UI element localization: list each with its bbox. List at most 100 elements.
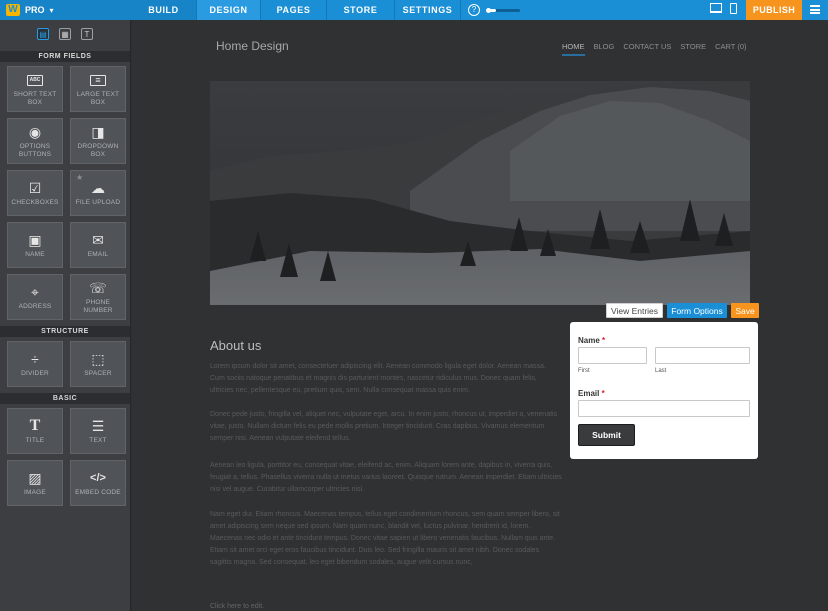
element-divider[interactable]: ÷ DIVIDER: [7, 341, 63, 387]
form-mode-icon[interactable]: ▤: [37, 28, 49, 40]
element-label: NAME: [25, 251, 45, 258]
help-icon[interactable]: ?: [468, 4, 480, 16]
sidebar-mode-switcher: ▤ ▦ T: [0, 20, 130, 48]
element-large-text-box[interactable]: ≡ LARGE TEXT BOX: [70, 66, 126, 112]
submit-button[interactable]: Submit: [578, 424, 635, 446]
email-input[interactable]: [578, 400, 750, 417]
site-nav-contact-us[interactable]: CONTACT US: [623, 42, 671, 56]
tab-settings[interactable]: SETTINGS: [395, 0, 461, 20]
element-label: DROPDOWN BOX: [77, 143, 119, 158]
element-label: IMAGE: [24, 489, 46, 496]
email-field-label: Email *: [578, 389, 605, 398]
element-label: LARGE TEXT BOX: [76, 91, 120, 106]
about-heading[interactable]: About us: [210, 338, 261, 353]
publish-button[interactable]: PUBLISH: [746, 0, 802, 20]
element-spacer[interactable]: ⬚ SPACER: [70, 341, 126, 387]
form-options-button[interactable]: Form Options: [667, 303, 727, 318]
click-to-edit-hint[interactable]: Click here to edit.: [210, 603, 264, 610]
site-nav-cart[interactable]: CART (0): [715, 42, 746, 56]
mobile-icon[interactable]: [730, 3, 737, 14]
element-checkboxes[interactable]: ☑ CHECKBOXES: [7, 170, 63, 216]
tab-design[interactable]: DESIGN: [197, 0, 261, 20]
element-label: SPACER: [84, 370, 112, 377]
element-label: ADDRESS: [18, 303, 52, 310]
checkbox-icon: ☑: [28, 180, 42, 196]
site-nav-home[interactable]: HOME: [562, 42, 585, 56]
about-paragraph[interactable]: Donec pede justo, fringilla vel, aliquet…: [210, 409, 562, 445]
image-icon: ▨: [28, 470, 42, 486]
contact-form: Name * First Last Email * Submit: [570, 322, 758, 459]
email-icon: ✉: [92, 232, 104, 248]
divider-icon: ÷: [31, 351, 39, 367]
phone-icon: ☏: [89, 280, 107, 296]
plan-label: PRO: [25, 5, 45, 15]
hero-image[interactable]: [210, 81, 750, 305]
element-dropdown-box[interactable]: ◨ DROPDOWN BOX: [70, 118, 126, 164]
element-label: DIVIDER: [21, 370, 49, 377]
desktop-icon[interactable]: [710, 3, 722, 13]
form-fields-grid: ABC SHORT TEXT BOX ≡ LARGE TEXT BOX ◉ OP…: [0, 66, 130, 320]
title-icon: T: [29, 417, 41, 434]
device-switcher: [710, 3, 737, 14]
site-title[interactable]: Home Design: [216, 39, 289, 53]
element-text[interactable]: ☰ TEXT: [70, 408, 126, 454]
site-nav-store[interactable]: STORE: [680, 42, 706, 56]
short-text-icon: ABC: [27, 74, 43, 86]
tab-pages[interactable]: PAGES: [261, 0, 327, 20]
save-button[interactable]: Save: [731, 303, 759, 318]
element-label: CHECKBOXES: [11, 199, 59, 206]
name-field-label: Name *: [578, 336, 606, 345]
site-nav-blog[interactable]: BLOG: [594, 42, 615, 56]
weebly-logo-icon: W: [6, 4, 20, 16]
element-label: OPTIONS BUTTONS: [18, 143, 52, 158]
name-card-icon: ▣: [28, 232, 42, 248]
progress-bar: [486, 8, 520, 13]
element-email[interactable]: ✉ EMAIL: [70, 222, 126, 268]
element-name[interactable]: ▣ NAME: [7, 222, 63, 268]
element-image[interactable]: ▨ IMAGE: [7, 460, 63, 506]
section-title-basic: BASIC: [0, 393, 130, 404]
hamburger-menu-icon[interactable]: [810, 5, 820, 14]
cloud-upload-icon: ☁: [91, 180, 105, 196]
element-label: FILE UPLOAD: [75, 199, 121, 206]
element-file-upload[interactable]: ★ ☁ FILE UPLOAD: [70, 170, 126, 216]
about-paragraph[interactable]: Lorem ipsum dolor sit amet, consectetuer…: [210, 361, 562, 397]
chevron-down-icon: ▾: [49, 5, 54, 15]
text-mode-icon[interactable]: T: [81, 28, 93, 40]
element-label: SHORT TEXT BOX: [13, 91, 57, 106]
spacer-icon: ⬚: [91, 351, 105, 367]
tab-store[interactable]: STORE: [327, 0, 395, 20]
map-pin-icon: ⌖: [31, 284, 39, 300]
section-title-form-fields: FORM FIELDS: [0, 51, 130, 62]
tab-build[interactable]: BUILD: [131, 0, 197, 20]
premium-star-icon: ★: [76, 173, 84, 182]
section-title-structure: STRUCTURE: [0, 326, 130, 337]
code-icon: </>: [90, 472, 106, 484]
radio-icon: ◉: [28, 124, 42, 140]
last-name-sublabel: Last: [655, 368, 667, 374]
about-paragraph[interactable]: Aenean leo ligula, porttitor eu, consequ…: [210, 460, 562, 496]
element-label: TEXT: [89, 437, 107, 444]
large-text-icon: ≡: [90, 74, 106, 86]
view-entries-button[interactable]: View Entries: [606, 303, 663, 318]
element-address[interactable]: ⌖ ADDRESS: [7, 274, 63, 320]
form-actions: View Entries Form Options Save: [606, 303, 759, 318]
element-short-text-box[interactable]: ABC SHORT TEXT BOX: [7, 66, 63, 112]
element-phone-number[interactable]: ☏ PHONE NUMBER: [70, 274, 126, 320]
top-toolbar: W PRO ▾ BUILD DESIGN PAGES STORE SETTING…: [0, 0, 828, 20]
brand-menu[interactable]: W PRO ▾: [0, 0, 131, 20]
basic-grid: T TITLE ☰ TEXT ▨ IMAGE </> EMBED CODE: [0, 408, 130, 506]
dropdown-icon: ◨: [91, 124, 105, 140]
elements-sidebar: ▤ ▦ T FORM FIELDS ABC SHORT TEXT BOX ≡ L…: [0, 20, 131, 611]
element-label: TITLE: [25, 437, 45, 444]
element-label: PHONE NUMBER: [83, 299, 113, 314]
first-name-sublabel: First: [578, 368, 590, 374]
element-options-buttons[interactable]: ◉ OPTIONS BUTTONS: [7, 118, 63, 164]
last-name-input[interactable]: [655, 347, 750, 364]
text-icon: ☰: [91, 418, 105, 434]
layout-mode-icon[interactable]: ▦: [59, 28, 71, 40]
about-paragraph[interactable]: Nam eget dui. Etiam rhoncus. Maecenas te…: [210, 509, 562, 569]
element-title[interactable]: T TITLE: [7, 408, 63, 454]
first-name-input[interactable]: [578, 347, 647, 364]
element-embed-code[interactable]: </> EMBED CODE: [70, 460, 126, 506]
